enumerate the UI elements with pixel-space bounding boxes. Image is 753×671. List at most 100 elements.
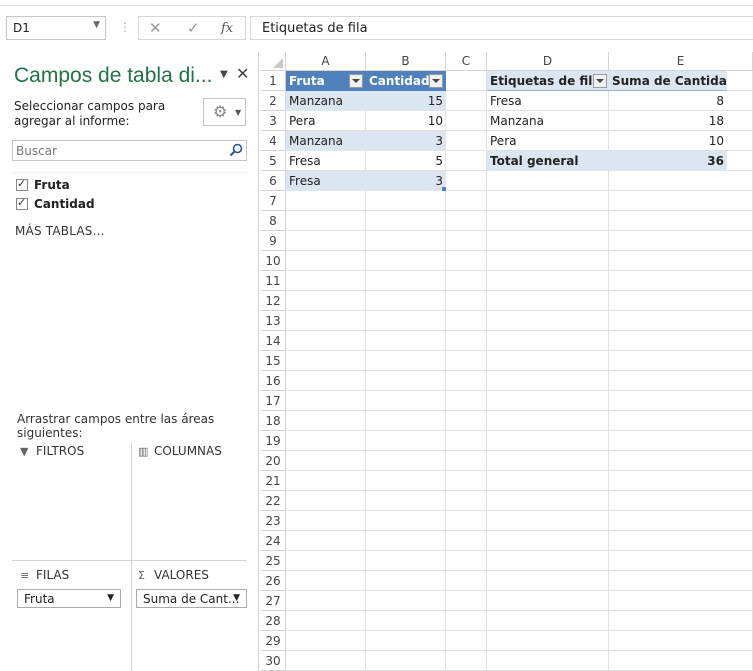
grid-line bbox=[286, 350, 753, 351]
row-header[interactable]: 14 bbox=[261, 331, 286, 351]
grid-line bbox=[286, 450, 753, 451]
values-field-dropdown[interactable]: Suma de Cant... ▼ bbox=[136, 589, 247, 608]
field-cantidad[interactable]: Cantidad bbox=[16, 196, 95, 215]
row-header[interactable]: 7 bbox=[261, 191, 286, 211]
row-header[interactable]: 24 bbox=[261, 531, 286, 551]
row-header[interactable]: 2 bbox=[261, 91, 286, 111]
rows-field-dropdown[interactable]: Fruta ▼ bbox=[17, 589, 121, 608]
row-header[interactable]: 10 bbox=[261, 251, 286, 271]
cancel-icon[interactable]: ✕ bbox=[149, 19, 162, 37]
table-cell[interactable]: Manzana bbox=[286, 131, 366, 151]
table-header-fruta[interactable]: Fruta bbox=[286, 71, 366, 91]
grid-line bbox=[286, 390, 753, 391]
row-header[interactable]: 3 bbox=[261, 111, 286, 131]
row-header[interactable]: 22 bbox=[261, 491, 286, 511]
row-header[interactable]: 8 bbox=[261, 211, 286, 231]
row-header[interactable]: 1 bbox=[261, 71, 286, 91]
search-icon bbox=[229, 143, 243, 157]
row-header[interactable]: 9 bbox=[261, 231, 286, 251]
select-all-button[interactable] bbox=[261, 52, 286, 71]
grid-line bbox=[286, 630, 753, 631]
field-fruta[interactable]: Fruta bbox=[16, 177, 70, 196]
table-cell[interactable]: 10 bbox=[366, 111, 446, 131]
checkbox-icon[interactable] bbox=[16, 177, 28, 191]
chevron-down-icon[interactable]: ▼ bbox=[93, 20, 100, 30]
column-header-e[interactable]: E bbox=[609, 52, 753, 71]
row-header[interactable]: 26 bbox=[261, 571, 286, 591]
row-header[interactable]: 5 bbox=[261, 151, 286, 171]
pivot-value[interactable]: 18 bbox=[609, 111, 727, 131]
formula-buttons: ✕ ✓ fx bbox=[138, 16, 246, 40]
pivot-row-label[interactable]: Fresa bbox=[487, 91, 609, 111]
worksheet-grid[interactable]: ABCDE 1 2 3 4 5 6 7 8 9 10 11 12 13 14 15 16 17 18 19 20 21 2… bbox=[261, 52, 753, 671]
sum-icon: Σ bbox=[138, 569, 145, 582]
pivot-value[interactable]: 10 bbox=[609, 131, 727, 151]
filter-dropdown-icon[interactable] bbox=[429, 74, 443, 88]
row-header[interactable]: 20 bbox=[261, 451, 286, 471]
table-cell[interactable]: Fresa bbox=[286, 171, 366, 191]
insert-function-icon[interactable]: fx bbox=[221, 21, 233, 36]
row-header[interactable]: 6 bbox=[261, 171, 286, 191]
table-cell[interactable]: Manzana bbox=[286, 91, 366, 111]
grid-line bbox=[286, 470, 753, 471]
pivot-value[interactable]: 8 bbox=[609, 91, 727, 111]
tools-button[interactable]: ⚙ ▼ bbox=[203, 98, 246, 126]
row-header[interactable]: 19 bbox=[261, 431, 286, 451]
check-icon[interactable]: ✓ bbox=[187, 19, 200, 37]
more-tables-link[interactable]: MÁS TABLAS... bbox=[15, 224, 105, 238]
table-cell[interactable]: 3 bbox=[366, 171, 446, 191]
search-input[interactable]: Buscar bbox=[12, 140, 247, 161]
table-cell[interactable]: Fresa bbox=[286, 151, 366, 171]
column-header-d[interactable]: D bbox=[487, 52, 609, 71]
close-icon[interactable]: ✕ bbox=[236, 64, 249, 83]
area-divider bbox=[12, 560, 247, 561]
grid-line bbox=[286, 230, 753, 231]
pivot-header-row-labels[interactable]: Etiquetas de fila bbox=[487, 71, 609, 91]
name-box[interactable]: D1 ▼ bbox=[6, 16, 106, 40]
field-label: Cantidad bbox=[34, 197, 95, 211]
row-header[interactable]: 11 bbox=[261, 271, 286, 291]
table-cell[interactable]: Pera bbox=[286, 111, 366, 131]
table-cell[interactable]: 15 bbox=[366, 91, 446, 111]
drag-handle-icon[interactable]: ⋮ bbox=[119, 20, 131, 34]
row-header[interactable]: 12 bbox=[261, 291, 286, 311]
column-header-a[interactable]: A bbox=[286, 52, 366, 71]
table-cell[interactable]: 3 bbox=[366, 131, 446, 151]
table-resize-handle[interactable] bbox=[442, 187, 446, 191]
grid-line bbox=[286, 570, 753, 571]
row-header[interactable]: 27 bbox=[261, 591, 286, 611]
table-header-cantidad[interactable]: Cantidad bbox=[366, 71, 446, 91]
row-header[interactable]: 13 bbox=[261, 311, 286, 331]
table-cell[interactable]: 5 bbox=[366, 151, 446, 171]
grid-line bbox=[286, 290, 753, 291]
column-header-c[interactable]: C bbox=[446, 52, 487, 71]
column-header-b[interactable]: B bbox=[366, 52, 446, 71]
checkbox-icon[interactable] bbox=[16, 196, 28, 210]
chevron-down-icon[interactable]: ▼ bbox=[220, 69, 228, 80]
row-header[interactable]: 15 bbox=[261, 351, 286, 371]
pivot-row-label[interactable]: Pera bbox=[487, 131, 609, 151]
ribbon-bottom-edge bbox=[0, 0, 753, 6]
pivot-row-label[interactable]: Manzana bbox=[487, 111, 609, 131]
grid-line bbox=[286, 370, 753, 371]
pivot-total-label[interactable]: Total general bbox=[487, 151, 609, 171]
row-header[interactable]: 29 bbox=[261, 631, 286, 651]
row-header[interactable]: 30 bbox=[261, 651, 286, 671]
row-header[interactable]: 25 bbox=[261, 551, 286, 571]
row-header[interactable]: 18 bbox=[261, 411, 286, 431]
formula-input[interactable]: Etiquetas de fila bbox=[250, 16, 753, 40]
grid-line bbox=[286, 410, 753, 411]
row-header[interactable]: 28 bbox=[261, 611, 286, 631]
pivot-header-sum[interactable]: Suma de Cantidad bbox=[609, 71, 727, 91]
pivot-total-value[interactable]: 36 bbox=[609, 151, 727, 171]
filter-dropdown-icon[interactable] bbox=[593, 74, 607, 88]
grid-line bbox=[286, 210, 753, 211]
row-header[interactable]: 16 bbox=[261, 371, 286, 391]
row-header[interactable]: 17 bbox=[261, 391, 286, 411]
grid-line bbox=[286, 330, 753, 331]
row-header[interactable]: 23 bbox=[261, 511, 286, 531]
grid-line bbox=[286, 590, 753, 591]
filter-dropdown-icon[interactable] bbox=[349, 74, 363, 88]
row-header[interactable]: 21 bbox=[261, 471, 286, 491]
row-header[interactable]: 4 bbox=[261, 131, 286, 151]
